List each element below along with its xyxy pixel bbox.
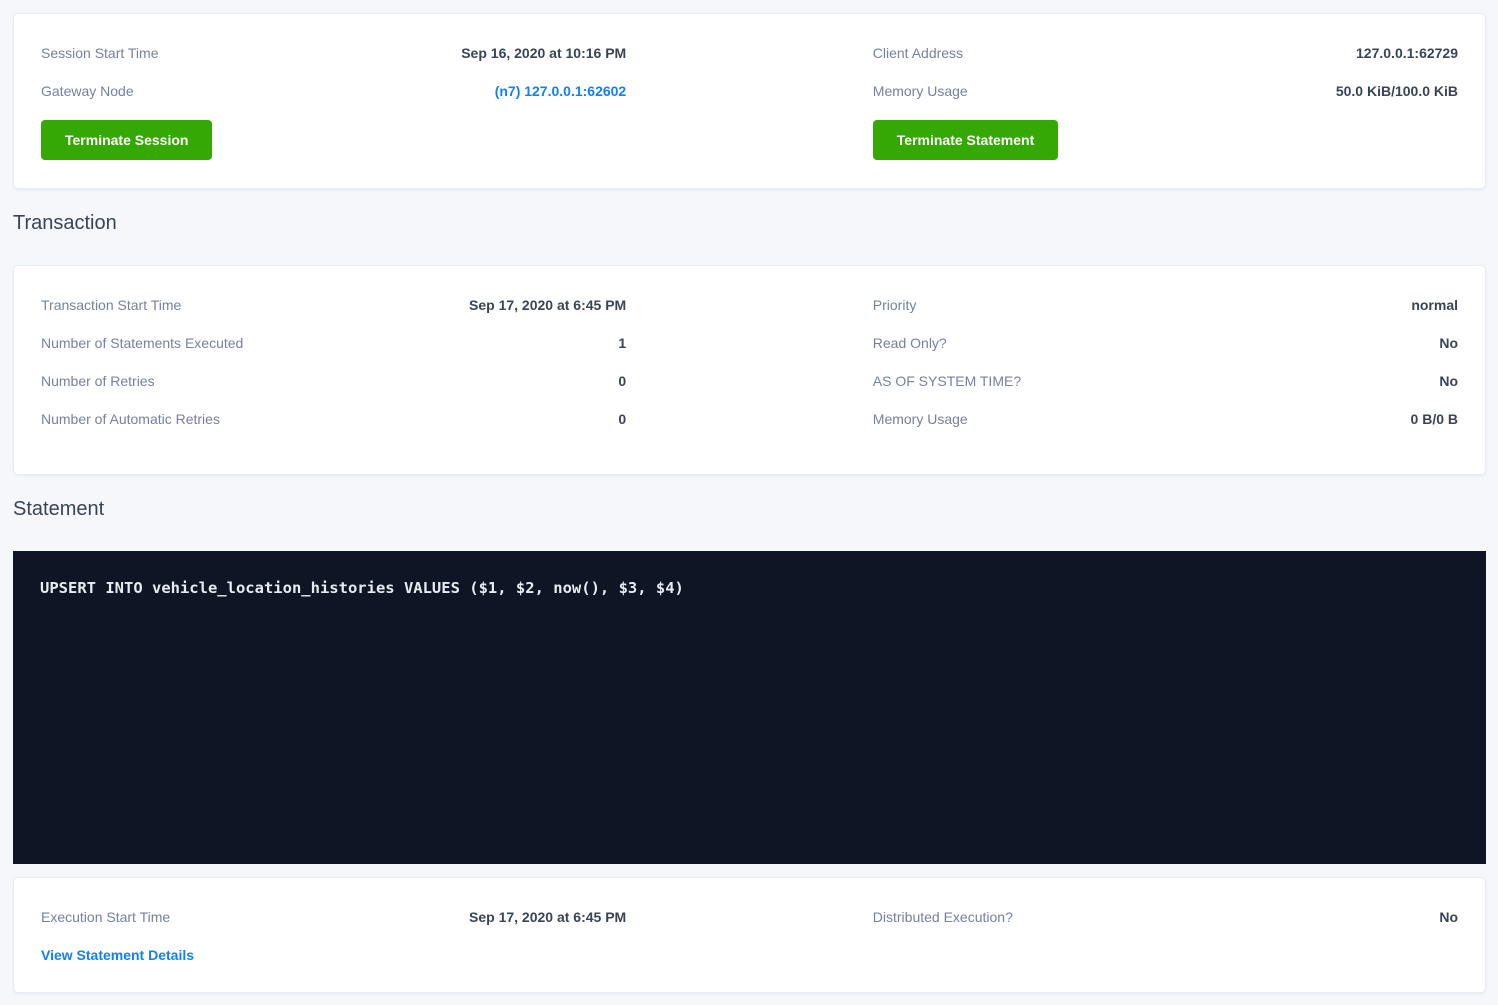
priority-row: Priority normal [873, 286, 1458, 324]
statements-executed-row: Number of Statements Executed 1 [41, 324, 626, 362]
execution-start-time-label: Execution Start Time [41, 908, 170, 926]
automatic-retries-row: Number of Automatic Retries 0 [41, 400, 626, 438]
read-only-row: Read Only? No [873, 324, 1458, 362]
transaction-left-column: Transaction Start Time Sep 17, 2020 at 6… [41, 286, 626, 438]
statement-section-title: Statement [13, 497, 1486, 521]
priority-label: Priority [873, 296, 917, 314]
terminate-statement-button[interactable]: Terminate Statement [873, 120, 1058, 160]
transaction-right-column: Priority normal Read Only? No AS OF SYST… [873, 286, 1458, 438]
gateway-node-row: Gateway Node (n7) 127.0.0.1:62602 [41, 72, 626, 110]
distributed-execution-label: Distributed Execution? [873, 908, 1013, 926]
client-address-label: Client Address [873, 44, 963, 62]
client-address-value: 127.0.0.1:62729 [1356, 45, 1458, 61]
session-memory-usage-value: 50.0 KiB/100.0 KiB [1336, 83, 1458, 99]
statement-sql-box: UPSERT INTO vehicle_location_histories V… [13, 551, 1486, 864]
transaction-memory-usage-row: Memory Usage 0 B/0 B [873, 400, 1458, 438]
view-statement-details-row: View Statement Details [41, 936, 626, 974]
automatic-retries-label: Number of Automatic Retries [41, 410, 220, 428]
distributed-execution-value: No [1439, 909, 1458, 925]
retries-label: Number of Retries [41, 372, 155, 390]
session-summary-right-column: Client Address 127.0.0.1:62729 Memory Us… [873, 34, 1458, 160]
statements-executed-label: Number of Statements Executed [41, 334, 243, 352]
execution-right-column: Distributed Execution? No [873, 898, 1458, 974]
session-summary-left-column: Session Start Time Sep 16, 2020 at 10:16… [41, 34, 626, 160]
execution-left-column: Execution Start Time Sep 17, 2020 at 6:4… [41, 898, 626, 974]
transaction-summary-card: Transaction Start Time Sep 17, 2020 at 6… [13, 265, 1486, 475]
client-address-row: Client Address 127.0.0.1:62729 [873, 34, 1458, 72]
session-start-time-value: Sep 16, 2020 at 10:16 PM [461, 45, 626, 61]
retries-value: 0 [618, 373, 626, 389]
session-start-time-label: Session Start Time [41, 44, 159, 62]
read-only-label: Read Only? [873, 334, 947, 352]
execution-start-time-row: Execution Start Time Sep 17, 2020 at 6:4… [41, 898, 626, 936]
distributed-execution-row: Distributed Execution? No [873, 898, 1458, 936]
statements-executed-value: 1 [618, 335, 626, 351]
session-details-page: Session Start Time Sep 16, 2020 at 10:16… [0, 0, 1498, 1005]
transaction-section-title: Transaction [13, 211, 1486, 235]
session-start-time-row: Session Start Time Sep 16, 2020 at 10:16… [41, 34, 626, 72]
statement-sql-text: UPSERT INTO vehicle_location_histories V… [40, 579, 684, 597]
as-of-system-time-value: No [1439, 373, 1458, 389]
transaction-memory-usage-value: 0 B/0 B [1411, 411, 1458, 427]
read-only-value: No [1439, 335, 1458, 351]
transaction-memory-usage-label: Memory Usage [873, 410, 968, 428]
execution-start-time-value: Sep 17, 2020 at 6:45 PM [469, 909, 626, 925]
automatic-retries-value: 0 [618, 411, 626, 427]
retries-row: Number of Retries 0 [41, 362, 626, 400]
transaction-start-time-label: Transaction Start Time [41, 296, 181, 314]
gateway-node-label: Gateway Node [41, 82, 134, 100]
transaction-start-time-row: Transaction Start Time Sep 17, 2020 at 6… [41, 286, 626, 324]
as-of-system-time-label: AS OF SYSTEM TIME? [873, 372, 1021, 390]
session-memory-usage-label: Memory Usage [873, 82, 968, 100]
terminate-session-button[interactable]: Terminate Session [41, 120, 212, 160]
statement-execution-card: Execution Start Time Sep 17, 2020 at 6:4… [13, 877, 1486, 993]
transaction-start-time-value: Sep 17, 2020 at 6:45 PM [469, 297, 626, 313]
as-of-system-time-row: AS OF SYSTEM TIME? No [873, 362, 1458, 400]
session-summary-card: Session Start Time Sep 16, 2020 at 10:16… [13, 13, 1486, 189]
view-statement-details-link[interactable]: View Statement Details [41, 947, 194, 963]
priority-value: normal [1411, 297, 1458, 313]
gateway-node-link[interactable]: (n7) 127.0.0.1:62602 [495, 83, 627, 99]
session-memory-usage-row: Memory Usage 50.0 KiB/100.0 KiB [873, 72, 1458, 110]
